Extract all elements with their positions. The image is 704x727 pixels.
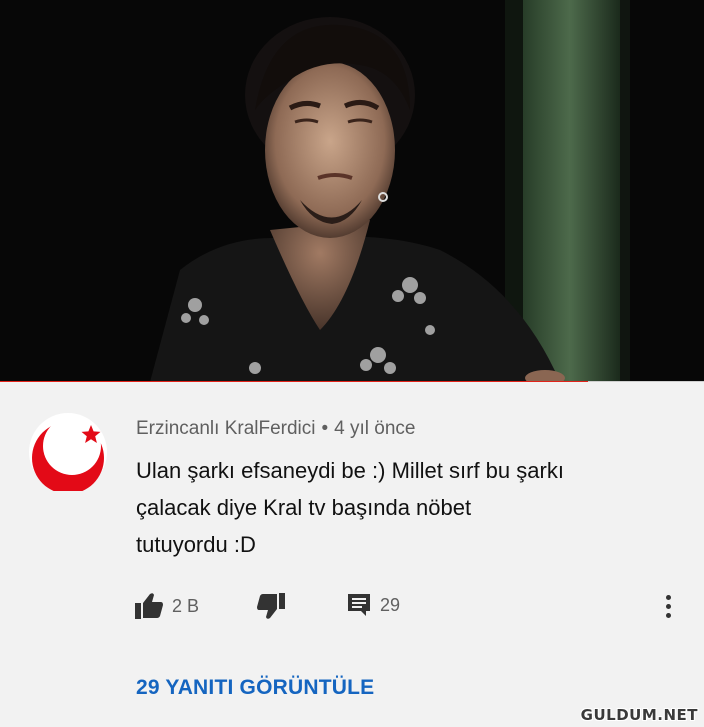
video-player[interactable] [0,0,704,382]
dislike-button[interactable] [256,592,286,620]
reply-button[interactable]: 29 [346,592,400,618]
more-options-icon[interactable] [656,592,680,622]
comment-actions: 2 B 29 [134,592,694,622]
video-progress-bar[interactable] [0,381,704,382]
watermark: GULDUM.NET [580,706,698,724]
comment-item: Erzincanlı KralFerdici • 4 yıl önce Ulan ş… [0,386,704,727]
comment-meta: Erzincanlı KralFerdici • 4 yıl önce [136,418,415,440]
crescent-star-logo-icon [29,413,107,494]
thumbs-up-icon [135,593,163,619]
comment-text-line: tutuyordu :D [136,532,256,557]
comment-time: 4 yıl önce [334,418,416,439]
meta-separator: • [321,418,329,439]
like-button[interactable]: 2 B [134,592,199,620]
comment-text-line: Ulan şarkı efsaneydi be :) Millet sırf b… [136,458,564,483]
video-frame-image [0,0,704,382]
comment-text-line: çalacak diye Kral tv başında nöbet [136,495,472,520]
comment-icon [348,594,370,616]
avatar[interactable] [29,413,107,494]
comment-author[interactable]: Erzincanlı KralFerdici [136,418,316,439]
view-replies-button[interactable]: 29 YANITI GÖRÜNTÜLE [136,676,374,700]
reply-count: 29 [380,594,401,615]
comment-text: Ulan şarkı efsaneydi be :) Millet sırf b… [136,452,676,563]
thumbs-down-icon [257,593,285,619]
video-progress-fill [0,381,588,382]
like-count: 2 B [172,595,200,616]
